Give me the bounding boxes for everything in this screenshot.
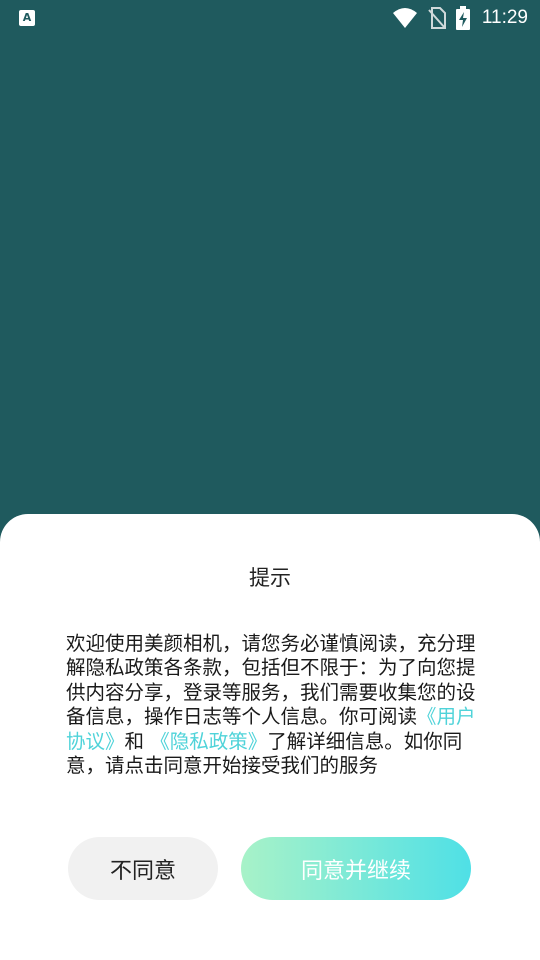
battery-charging-icon <box>455 6 470 30</box>
dialog-title: 提示 <box>249 566 291 590</box>
privacy-policy-link[interactable]: 《隐私政策》 <box>150 730 267 753</box>
wifi-icon <box>392 7 418 29</box>
app-screen: A 11:29 提示 欢迎使用美颜相机，请您务必谨慎阅读，充分理解隐私政策各条款… <box>0 0 540 960</box>
message-and: 和 <box>124 729 145 753</box>
status-bar: A 11:29 <box>0 0 540 36</box>
accessibility-app-icon: A <box>19 10 35 26</box>
message-intro: 欢迎使用美颜相机，请您务必谨慎阅读，充分理解隐私政策各条款，包括但不限于：为了向… <box>66 632 476 729</box>
no-sim-icon <box>428 7 446 29</box>
decline-button[interactable]: 不同意 <box>68 837 218 900</box>
accept-button[interactable]: 同意并继续 <box>241 837 471 900</box>
clock: 11:29 <box>481 7 528 28</box>
dialog-message: 欢迎使用美颜相机，请您务必谨慎阅读，充分理解隐私政策各条款，包括但不限于：为了向… <box>66 632 476 778</box>
status-icons: 11:29 <box>392 6 528 30</box>
